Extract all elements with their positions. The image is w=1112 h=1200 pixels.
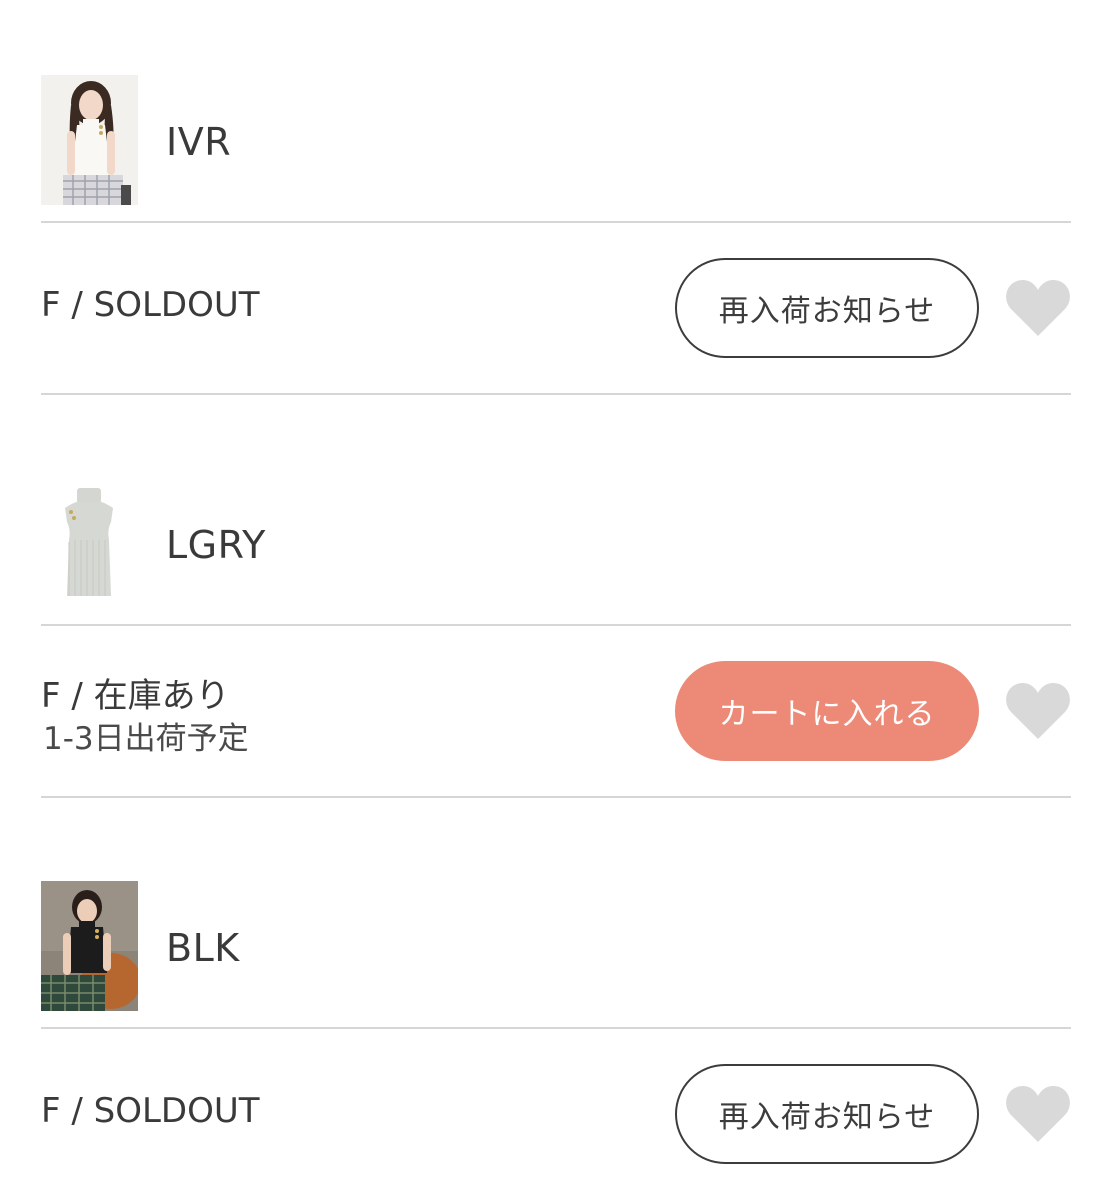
size-row: F / SOLDOUT 再入荷お知らせ [41, 1029, 1071, 1199]
color-row[interactable]: LGRY [41, 478, 1071, 608]
size-stock-status: F / SOLDOUT [41, 1091, 260, 1131]
variant-thumbnail[interactable] [41, 75, 138, 205]
restock-notify-button[interactable]: 再入荷お知らせ [675, 1064, 979, 1164]
variant-thumbnail[interactable] [41, 478, 138, 608]
size-stock-status: F / SOLDOUT [41, 285, 260, 325]
heart-icon[interactable] [1005, 278, 1071, 338]
restock-notify-button[interactable]: 再入荷お知らせ [675, 258, 979, 358]
color-name: LGRY [166, 523, 266, 567]
shipping-estimate: 1-3日出荷予定 [43, 721, 249, 757]
heart-icon[interactable] [1005, 681, 1071, 741]
color-row[interactable]: BLK [41, 881, 1071, 1011]
product-variant-list: IVR F / SOLDOUT 再入荷お知らせ LGRY F / 在庫あり 1-… [0, 0, 1112, 1200]
divider [41, 393, 1071, 395]
heart-icon[interactable] [1005, 1084, 1071, 1144]
size-row: F / 在庫あり 1-3日出荷予定 カートに入れる [41, 626, 1071, 796]
color-row[interactable]: IVR [41, 75, 1071, 205]
color-name: IVR [166, 120, 232, 164]
color-name: BLK [166, 926, 240, 970]
variant-thumbnail[interactable] [41, 881, 138, 1011]
size-row: F / SOLDOUT 再入荷お知らせ [41, 223, 1071, 393]
divider [41, 796, 1071, 798]
add-to-cart-button[interactable]: カートに入れる [675, 661, 979, 761]
size-stock-status: F / 在庫あり [41, 676, 230, 716]
